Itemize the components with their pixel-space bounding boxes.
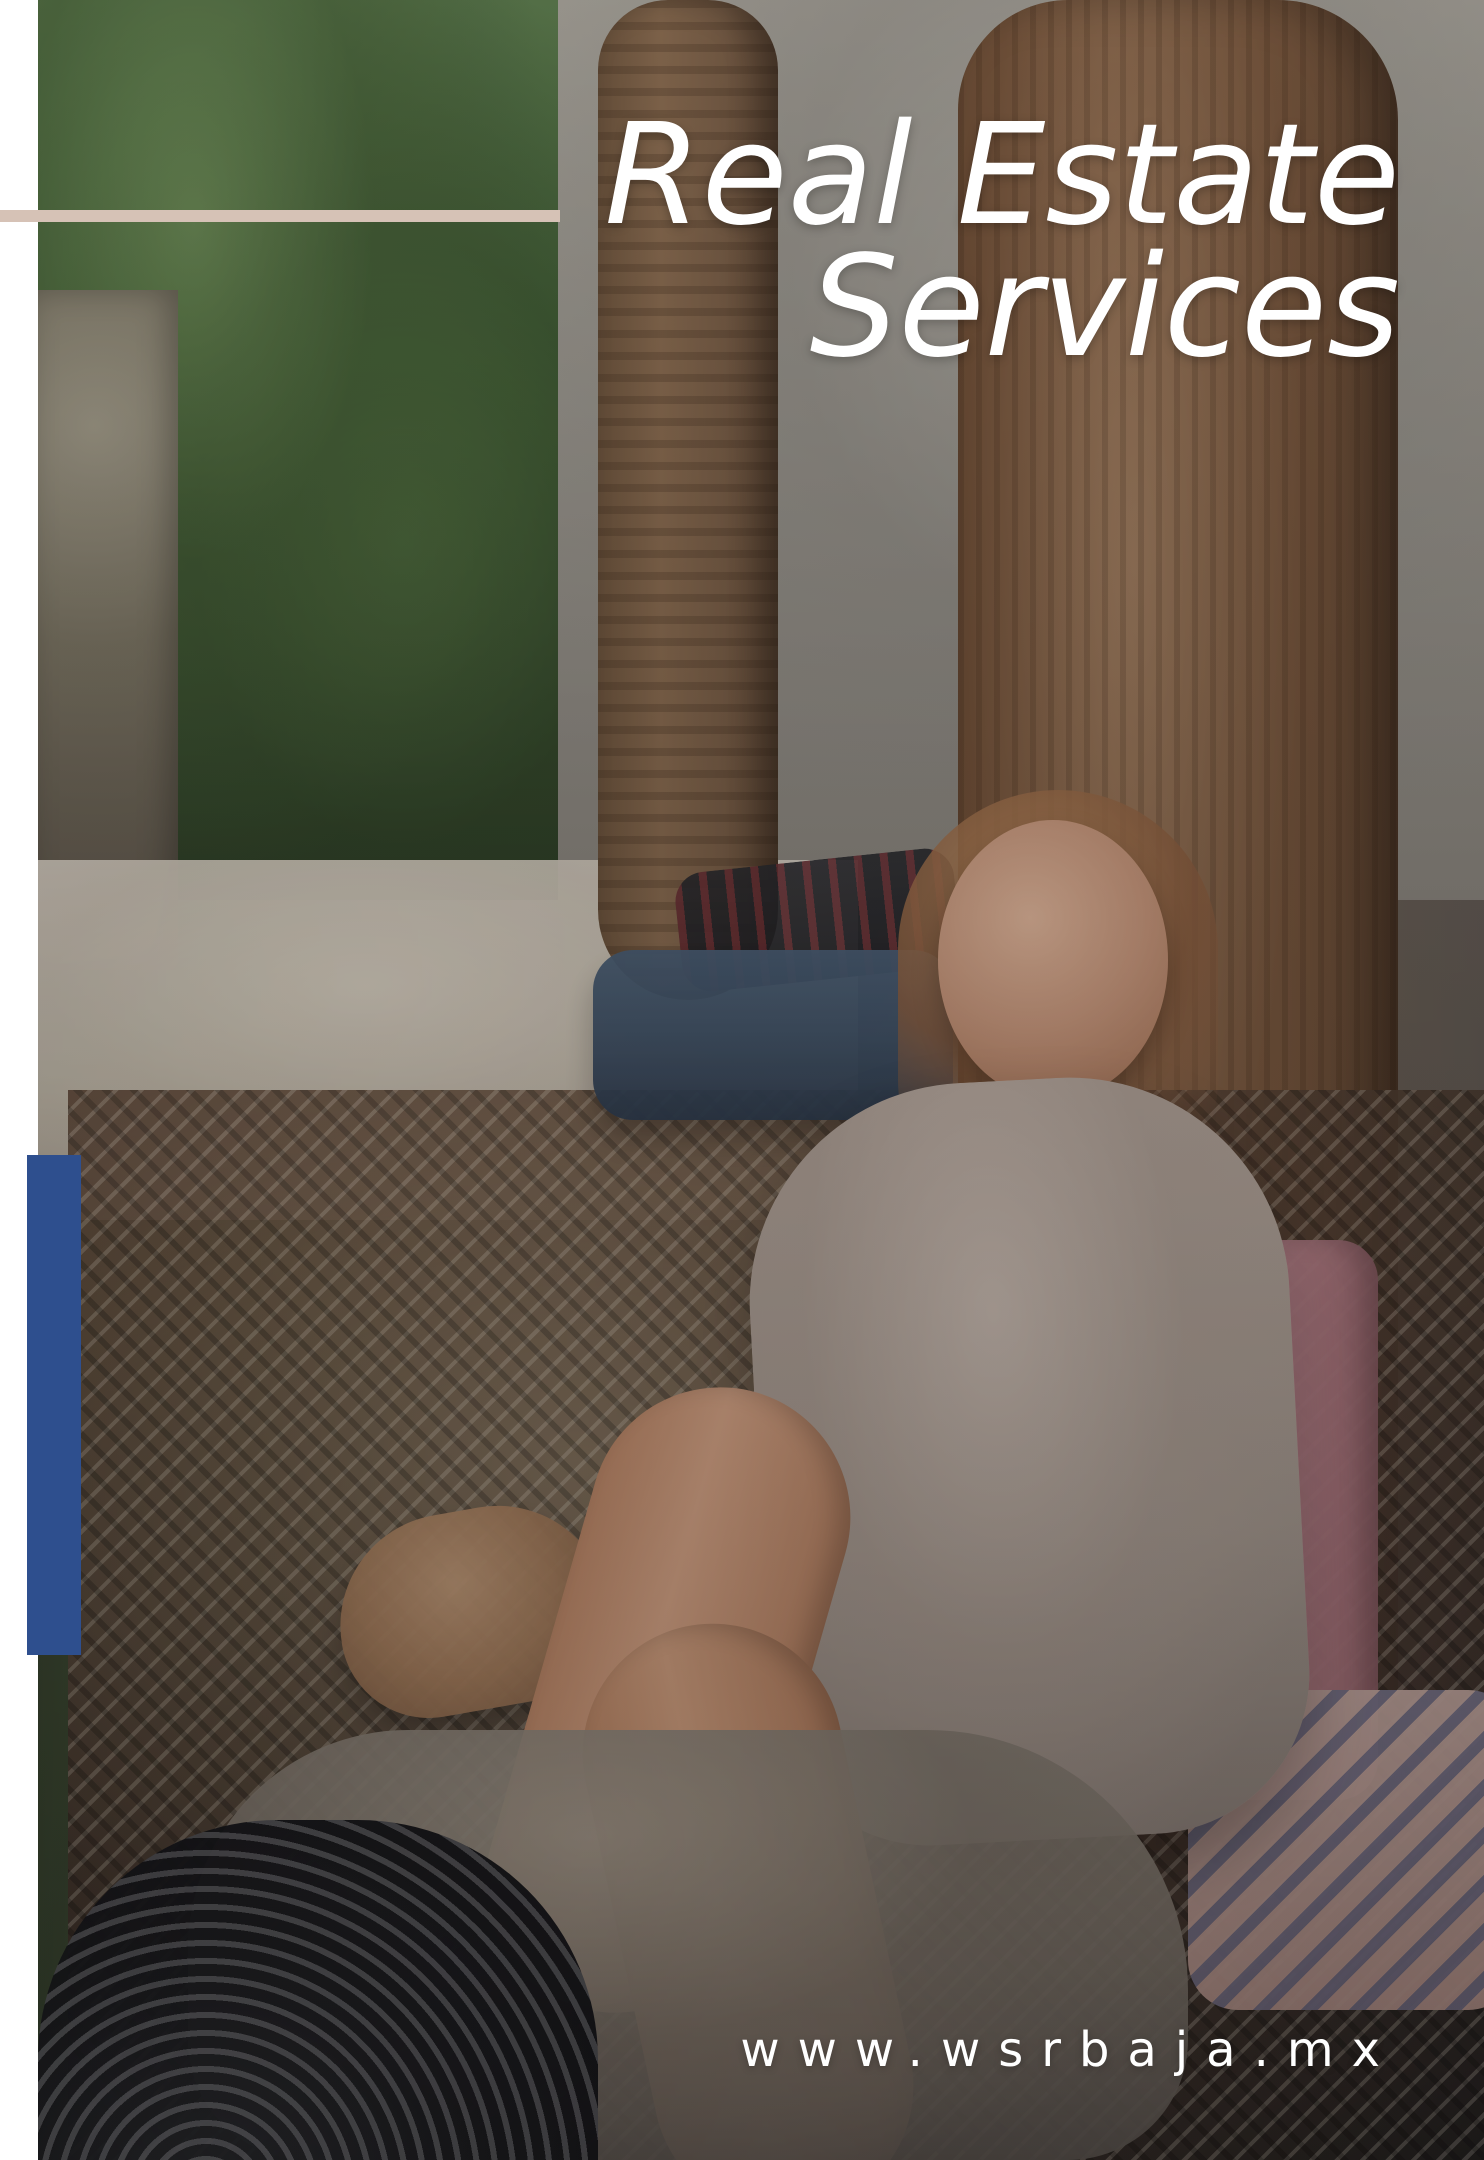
top-accent-line xyxy=(0,210,560,222)
website-url: www.wsrbaja.mx xyxy=(740,2022,1398,2078)
left-accent-bar xyxy=(27,1155,81,1655)
poster-title: Real Estate Services xyxy=(600,94,1400,389)
title-line-2: Services xyxy=(809,226,1400,389)
title-line-1: Real Estate xyxy=(604,94,1400,257)
